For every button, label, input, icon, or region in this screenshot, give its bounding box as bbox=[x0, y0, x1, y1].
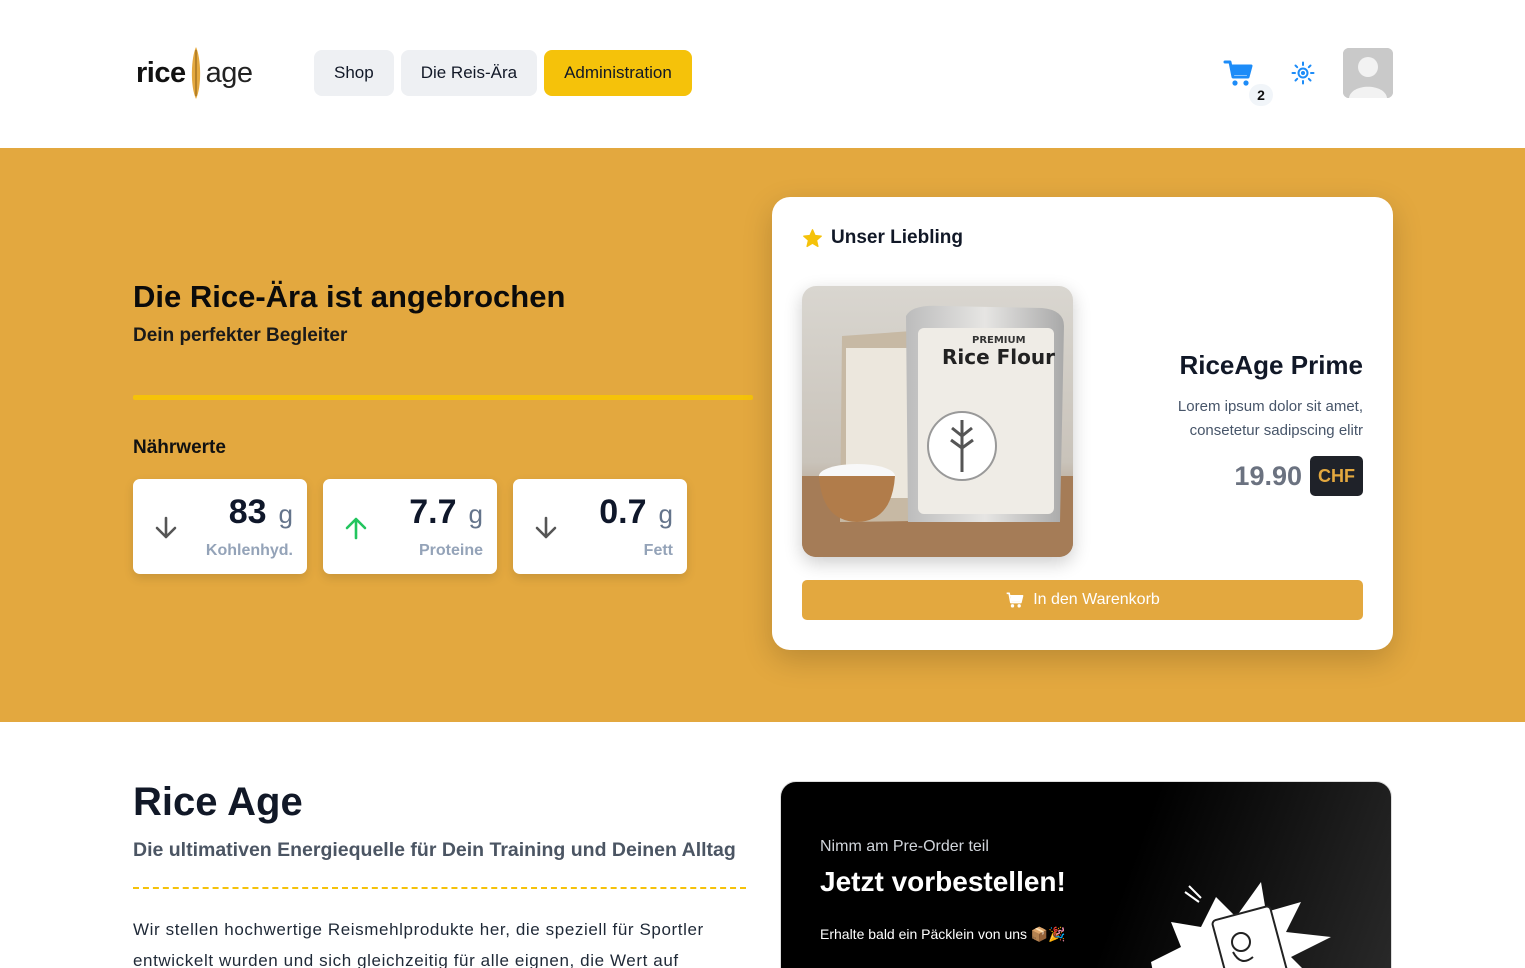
about-title: Rice Age bbox=[133, 780, 303, 824]
promo-kicker: Nimm am Pre-Order teil bbox=[820, 838, 989, 855]
header-actions: 2 bbox=[1223, 48, 1393, 106]
rice-grain-icon bbox=[191, 47, 200, 99]
sun-icon[interactable] bbox=[1291, 61, 1315, 85]
image-title-text: Rice Flour bbox=[942, 345, 1055, 369]
add-to-cart-label: In den Warenkorb bbox=[1033, 591, 1160, 608]
about-text: Wir stellen hochwertige Reismehlprodukte… bbox=[133, 920, 704, 968]
cart-icon bbox=[1223, 60, 1253, 86]
rice-flour-package-image: PREMIUM Rice Flour bbox=[802, 286, 1073, 557]
about-subtitle: Die ultimativen Energiequelle für Dein T… bbox=[133, 839, 736, 861]
user-avatar[interactable] bbox=[1343, 48, 1393, 98]
promo-title: Jetzt vorbestellen! bbox=[820, 866, 1066, 897]
featured-product-card: Unser Liebling PREMIUM Rice Flour RiceAg… bbox=[772, 197, 1393, 650]
preorder-banner[interactable]: Nimm am Pre-Order teil Jetzt vorbestelle… bbox=[780, 781, 1392, 968]
main-nav: Shop Die Reis-Ära Administration bbox=[314, 50, 692, 96]
hero-title: Die Rice-Ära ist angebrochen bbox=[133, 279, 566, 314]
package-illustration bbox=[1151, 882, 1331, 968]
product-name: RiceAge Prime bbox=[1179, 350, 1363, 380]
nutrition-label: Kohlenhyd. bbox=[205, 542, 293, 559]
nutrition-cards: 83 g Kohlenhyd. 7.7 g Proteine 0.7 g Fet… bbox=[133, 479, 687, 574]
product-description: Lorem ipsum dolor sit amet, consetetur s… bbox=[1177, 398, 1363, 439]
cart-count-badge: 2 bbox=[1249, 84, 1273, 106]
about-divider bbox=[133, 887, 746, 889]
nav-die-reis-aera[interactable]: Die Reis-Ära bbox=[400, 50, 538, 96]
cart-icon bbox=[1006, 592, 1024, 608]
promo-text: Erhalte bald ein Päcklein von uns 📦🎉 bbox=[820, 926, 1066, 942]
logo-word-age: age bbox=[205, 56, 253, 89]
product-image[interactable]: PREMIUM Rice Flour bbox=[802, 286, 1073, 557]
favorite-badge-label: Unser Liebling bbox=[831, 227, 963, 248]
favorite-badge: Unser Liebling bbox=[802, 227, 963, 249]
cart-button[interactable]: 2 bbox=[1223, 57, 1273, 106]
hero-divider bbox=[133, 395, 753, 400]
arrow-down-icon bbox=[535, 516, 557, 539]
nutrition-unit: g bbox=[658, 499, 673, 529]
nutrition-unit: g bbox=[278, 499, 293, 529]
arrow-up-icon bbox=[345, 517, 367, 540]
user-avatar-icon bbox=[1343, 48, 1393, 98]
riceage-logo[interactable]: rice age bbox=[136, 44, 253, 102]
currency-badge: CHF bbox=[1310, 456, 1363, 496]
nav-administration[interactable]: Administration bbox=[544, 50, 692, 96]
nutrition-heading: Nährwerte bbox=[133, 437, 226, 458]
product-price: 19.90 CHF bbox=[1234, 456, 1363, 496]
add-to-cart-button[interactable]: In den Warenkorb bbox=[802, 580, 1363, 620]
price-value: 19.90 bbox=[1234, 460, 1302, 491]
nutrition-card-carbs: 83 g Kohlenhyd. bbox=[133, 479, 307, 574]
nutrition-label: Proteine bbox=[418, 542, 483, 559]
nav-shop[interactable]: Shop bbox=[314, 50, 394, 96]
nutrition-unit: g bbox=[468, 499, 483, 529]
nutrition-value: 7.7 bbox=[409, 493, 457, 531]
nutrition-value: 83 bbox=[228, 493, 267, 531]
nutrition-card-protein: 7.7 g Proteine bbox=[323, 479, 497, 574]
top-header: rice age Shop Die Reis-Ära Administratio… bbox=[0, 0, 1525, 148]
logo-word-rice: rice bbox=[136, 56, 186, 89]
nutrition-value: 0.7 bbox=[599, 493, 647, 531]
nutrition-card-fat: 0.7 g Fett bbox=[513, 479, 687, 574]
hero-section: Die Rice-Ära ist angebrochen Dein perfek… bbox=[0, 148, 1525, 722]
hero-subtitle: Dein perfekter Begleiter bbox=[133, 325, 348, 346]
nutrition-label: Fett bbox=[643, 542, 673, 559]
arrow-down-icon bbox=[155, 516, 177, 539]
star-icon bbox=[803, 228, 822, 247]
